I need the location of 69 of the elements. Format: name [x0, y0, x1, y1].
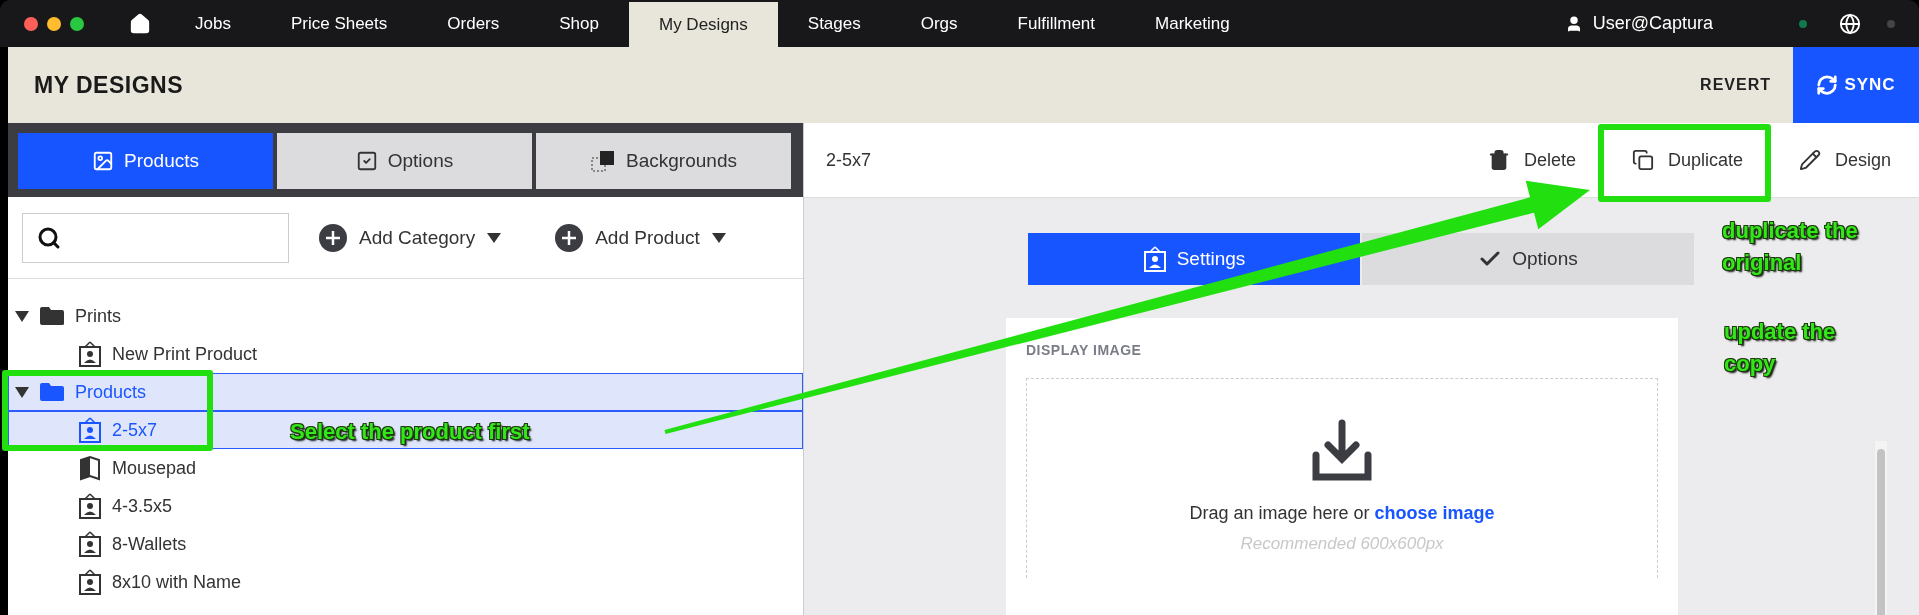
expand-icon[interactable]: [15, 385, 29, 399]
home-icon: [129, 12, 151, 35]
folder-icon: [39, 306, 65, 326]
action-button[interactable]: Duplicate: [1623, 130, 1751, 190]
plus-icon: [319, 223, 347, 252]
trash-icon: [1487, 149, 1510, 171]
nav-tab[interactable]: Jobs: [165, 0, 261, 47]
add-button[interactable]: Add Category: [309, 223, 512, 252]
nav-tab[interactable]: Shop: [529, 0, 629, 47]
annotation-text: update the copy: [1724, 318, 1837, 378]
portrait-icon: [78, 417, 102, 443]
panel-tab[interactable]: Options: [277, 133, 532, 189]
user-menu[interactable]: User@Captura: [1558, 12, 1719, 35]
image-icon: [92, 150, 114, 172]
annotation-text: Select the product first: [290, 418, 531, 446]
settings-tab[interactable]: Options: [1362, 233, 1694, 285]
tree-folder[interactable]: Products: [8, 373, 803, 411]
drop-text: Drag an image here or choose image: [1189, 503, 1495, 524]
portrait-icon: [1142, 246, 1167, 272]
page-title: MY DESIGNS: [34, 71, 183, 99]
tree-item[interactable]: 8x10 with Name: [8, 563, 803, 601]
scrollbar[interactable]: [1875, 441, 1887, 615]
action-button[interactable]: Design: [1790, 130, 1899, 190]
caret-icon: [487, 232, 502, 243]
tree-item[interactable]: New Print Product: [8, 335, 803, 373]
status-dot: [1799, 19, 1807, 28]
choose-image-link[interactable]: choose image: [1374, 503, 1495, 523]
checkbox-icon: [355, 150, 378, 172]
add-button[interactable]: Add Product: [545, 223, 736, 252]
book-icon: [78, 455, 102, 481]
download-icon: [1310, 419, 1374, 483]
minimize-window-button[interactable]: [47, 16, 61, 31]
nav-tab[interactable]: Orgs: [890, 0, 988, 47]
annotation-text: duplicate the original: [1722, 217, 1859, 277]
portrait-icon: [78, 493, 102, 519]
folder-icon: [39, 382, 65, 402]
status-dot: [1887, 19, 1895, 28]
nav-tab[interactable]: Fulfillment: [987, 0, 1126, 47]
nav-tab[interactable]: Price Sheets: [260, 0, 418, 47]
layers-icon: [590, 149, 617, 173]
globe-icon[interactable]: [1839, 12, 1861, 35]
panel-tab[interactable]: Products: [18, 133, 273, 189]
nav-tab[interactable]: Stages: [777, 0, 891, 47]
caret-icon: [711, 232, 726, 243]
zoom-window-button[interactable]: [70, 16, 84, 31]
pencil-icon: [1798, 149, 1821, 171]
revert-button[interactable]: REVERT: [1678, 47, 1793, 123]
expand-icon[interactable]: [15, 309, 29, 323]
sync-button[interactable]: SYNC: [1793, 47, 1919, 123]
tree-item[interactable]: 4-3.5x5: [8, 487, 803, 525]
sync-icon: [1816, 74, 1839, 96]
plus-icon: [555, 223, 584, 252]
section-label: DISPLAY IMAGE: [1026, 342, 1143, 358]
portrait-icon: [78, 531, 102, 557]
tree-item[interactable]: Mousepad: [8, 449, 803, 487]
tree-folder[interactable]: Prints: [8, 297, 803, 335]
nav-tab[interactable]: Orders: [417, 0, 530, 47]
portrait-icon: [78, 341, 102, 367]
copy-icon: [1631, 149, 1654, 171]
panel-tab[interactable]: Backgrounds: [536, 133, 791, 189]
search-icon: [37, 225, 61, 250]
settings-tab[interactable]: Settings: [1028, 233, 1360, 285]
product-title: 2-5x7: [826, 149, 872, 171]
nav-tab[interactable]: Marketing: [1125, 0, 1260, 47]
search-field[interactable]: [22, 212, 289, 263]
portrait-icon: [78, 569, 102, 595]
nav-tab[interactable]: My Designs: [629, 2, 778, 47]
close-window-button[interactable]: [24, 16, 38, 31]
tree-item[interactable]: 8-Wallets: [8, 525, 803, 563]
